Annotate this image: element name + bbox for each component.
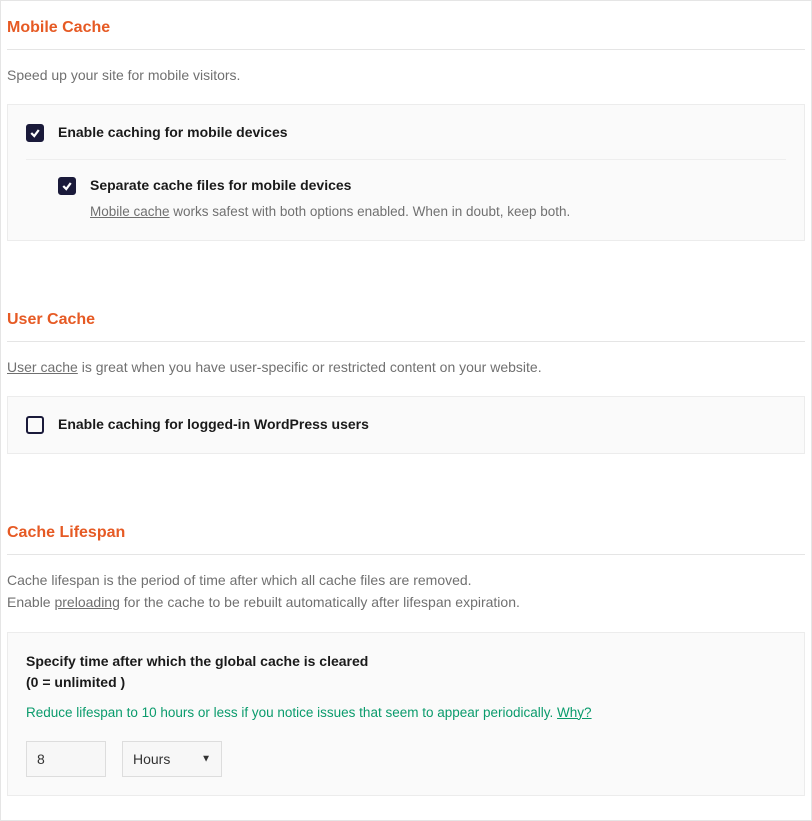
heading-line2: (0 = unlimited ) bbox=[26, 674, 125, 690]
panel-user-cache: Enable caching for logged-in WordPress u… bbox=[7, 396, 805, 454]
spacer bbox=[1, 478, 811, 506]
section-title-cache-lifespan: Cache Lifespan bbox=[7, 506, 805, 555]
desc-line2-pre: Enable bbox=[7, 594, 54, 610]
desc-line1: Cache lifespan is the period of time aft… bbox=[7, 572, 472, 588]
help-text-rest: works safest with both options enabled. … bbox=[170, 204, 571, 219]
label-enable-mobile-caching: Enable caching for mobile devices bbox=[58, 123, 786, 143]
desc-line2-post: for the cache to be rebuilt automaticall… bbox=[120, 594, 520, 610]
heading-line1: Specify time after which the global cach… bbox=[26, 653, 368, 669]
spacer bbox=[1, 265, 811, 293]
lifespan-unit-select[interactable]: Hours ▼ bbox=[122, 741, 222, 777]
settings-container: Mobile Cache Speed up your site for mobi… bbox=[0, 0, 812, 821]
input-row-lifespan: Hours ▼ bbox=[26, 741, 786, 777]
option-enable-mobile-caching: Enable caching for mobile devices bbox=[26, 123, 786, 143]
label-separate-mobile-cache: Separate cache files for mobile devices bbox=[90, 176, 786, 196]
checkbox-enable-mobile-caching[interactable] bbox=[26, 124, 44, 142]
heading-specify-time: Specify time after which the global cach… bbox=[26, 651, 786, 693]
section-title-user-cache: User Cache bbox=[7, 293, 805, 342]
section-desc-mobile-cache: Speed up your site for mobile visitors. bbox=[7, 62, 805, 104]
section-title-mobile-cache: Mobile Cache bbox=[7, 1, 805, 50]
checkbox-content: Enable caching for logged-in WordPress u… bbox=[58, 415, 786, 435]
hint-text: Reduce lifespan to 10 hours or less if y… bbox=[26, 705, 557, 720]
chevron-down-icon: ▼ bbox=[201, 753, 211, 764]
select-value: Hours bbox=[133, 751, 170, 767]
lifespan-value-input[interactable] bbox=[26, 741, 106, 777]
check-icon bbox=[61, 180, 73, 192]
checkbox-content: Separate cache files for mobile devices … bbox=[90, 176, 786, 222]
desc-rest: is great when you have user-specific or … bbox=[78, 359, 542, 375]
option-enable-user-caching: Enable caching for logged-in WordPress u… bbox=[26, 415, 786, 435]
link-user-cache-doc[interactable]: User cache bbox=[7, 359, 78, 375]
help-text-mobile-cache: Mobile cache works safest with both opti… bbox=[90, 202, 786, 222]
checkbox-separate-mobile-cache[interactable] bbox=[58, 177, 76, 195]
section-mobile-cache: Mobile Cache Speed up your site for mobi… bbox=[1, 1, 811, 241]
checkbox-content: Enable caching for mobile devices bbox=[58, 123, 786, 143]
section-user-cache: User Cache User cache is great when you … bbox=[1, 293, 811, 454]
label-enable-user-caching: Enable caching for logged-in WordPress u… bbox=[58, 415, 786, 435]
link-why[interactable]: Why? bbox=[557, 705, 592, 720]
panel-cache-lifespan: Specify time after which the global cach… bbox=[7, 632, 805, 796]
section-desc-user-cache: User cache is great when you have user-s… bbox=[7, 354, 805, 396]
hint-cache-lifespan: Reduce lifespan to 10 hours or less if y… bbox=[26, 703, 786, 723]
link-mobile-cache-doc[interactable]: Mobile cache bbox=[90, 204, 170, 219]
section-desc-cache-lifespan: Cache lifespan is the period of time aft… bbox=[7, 567, 805, 632]
link-preloading[interactable]: preloading bbox=[54, 594, 119, 610]
checkbox-enable-user-caching[interactable] bbox=[26, 416, 44, 434]
panel-mobile-cache: Enable caching for mobile devices Separa… bbox=[7, 104, 805, 240]
section-cache-lifespan: Cache Lifespan Cache lifespan is the per… bbox=[1, 506, 811, 796]
option-separate-mobile-cache: Separate cache files for mobile devices … bbox=[26, 159, 786, 222]
check-icon bbox=[29, 127, 41, 139]
